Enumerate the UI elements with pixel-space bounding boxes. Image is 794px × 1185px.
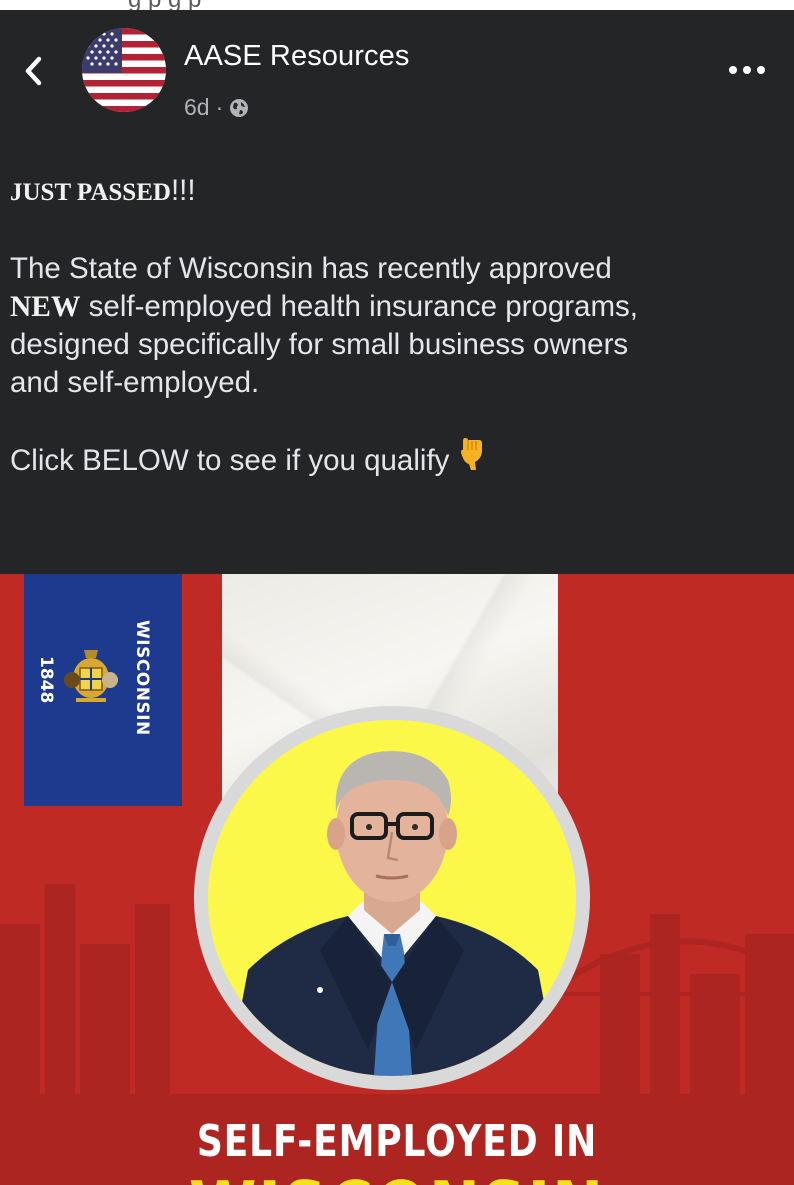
back-button[interactable] bbox=[14, 52, 52, 90]
wisconsin-flag: WISCONSIN 1848 bbox=[24, 574, 182, 806]
new-bold: NEW bbox=[10, 291, 81, 323]
page-avatar[interactable] bbox=[82, 28, 166, 112]
post-meta: 6d · bbox=[184, 94, 249, 121]
cta-line: Click BELOW to see if you qualify bbox=[10, 438, 786, 484]
body-line-2-rest: self-employed health insurance programs, bbox=[80, 290, 638, 323]
globe-icon[interactable] bbox=[229, 98, 249, 118]
page-name-link[interactable]: AASE Resources bbox=[184, 40, 409, 73]
body-line-2: NEW self-employed health insurance progr… bbox=[10, 288, 786, 326]
meta-separator: · bbox=[215, 94, 224, 120]
us-flag-avatar-icon bbox=[82, 28, 166, 112]
ellipsis-icon bbox=[729, 66, 765, 74]
more-options-button[interactable] bbox=[724, 58, 770, 82]
portrait-photo bbox=[208, 720, 576, 1076]
body-line-1: The State of Wisconsin has recently appr… bbox=[10, 252, 612, 285]
facebook-post-screen: g p g p bbox=[0, 0, 794, 1185]
body-line-4: and self-employed. bbox=[10, 366, 260, 399]
post-body: JUST PASSED!!! The State of Wisconsin ha… bbox=[10, 172, 786, 484]
chevron-left-icon bbox=[25, 56, 42, 86]
headline-bold: JUST PASSED bbox=[10, 179, 171, 206]
flag-year: 1848 bbox=[36, 656, 56, 704]
ad-subtitle: WISCONSIN bbox=[60, 1172, 735, 1185]
cta-text: Click BELOW to see if you qualify bbox=[10, 443, 450, 477]
person-portrait-image bbox=[208, 720, 576, 1076]
ad-image[interactable]: WISCONSIN 1848 SELF-EMPLOYED IN bbox=[0, 574, 794, 1185]
clipped-top-text: g p g p bbox=[0, 0, 794, 10]
body-line-3: designed specifically for small business… bbox=[10, 328, 629, 361]
state-seal-icon bbox=[64, 650, 118, 702]
pointing-down-hand-icon bbox=[459, 436, 485, 480]
post-card: AASE Resources 6d · JUST PASSED!!! The S… bbox=[0, 10, 794, 574]
headline-exclaim: !!! bbox=[170, 174, 196, 207]
clipped-text: g p g p bbox=[128, 0, 201, 10]
post-time[interactable]: 6d bbox=[184, 94, 210, 121]
headline: JUST PASSED!!! bbox=[10, 172, 786, 212]
flag-state-name: WISCONSIN bbox=[132, 620, 152, 736]
ad-title: SELF-EMPLOYED IN bbox=[196, 1116, 598, 1167]
